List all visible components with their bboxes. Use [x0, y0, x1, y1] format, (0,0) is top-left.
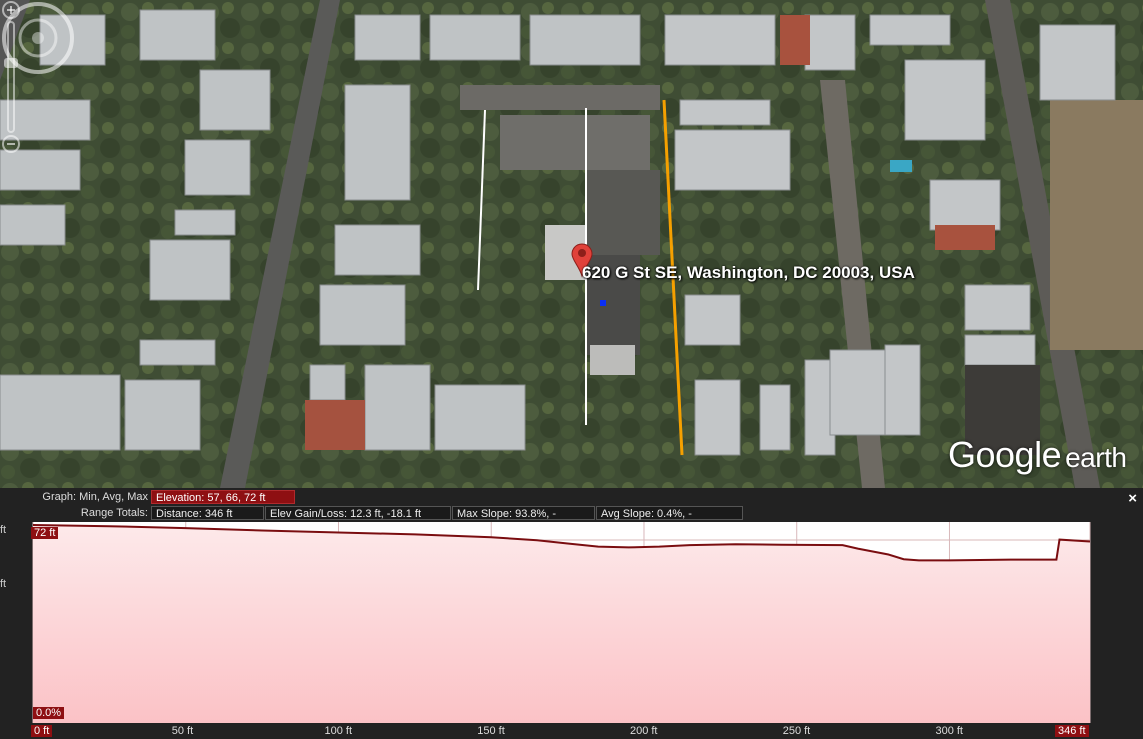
distance-stat: Distance: 346 ft [151, 506, 264, 520]
zoom-slider[interactable] [0, 0, 22, 155]
map-viewport[interactable]: 620 G St SE, Washington, DC 20003, USA G… [0, 0, 1143, 488]
placemark-address-label[interactable]: 620 G St SE, Washington, DC 20003, USA [582, 263, 915, 283]
x-tick-label: 150 ft [477, 725, 505, 737]
x-tick-label: 250 ft [782, 725, 811, 737]
close-button[interactable]: × [1128, 490, 1137, 507]
elev-gain-loss-stat: Elev Gain/Loss: 12.3 ft, -18.1 ft [265, 506, 451, 520]
elevation-stats: Elevation: 57, 66, 72 ft [151, 490, 295, 504]
max-elevation-marker: 72 ft [31, 527, 59, 539]
x-tick-label: 200 ft [629, 725, 658, 737]
avg-slope-stat: Avg Slope: 0.4%, - [596, 506, 743, 520]
max-slope-stat: Max Slope: 93.8%, - [452, 506, 595, 520]
logo-google-text: Google [948, 434, 1062, 475]
x-tick-label: 300 ft [935, 725, 963, 737]
elevation-profile-chart[interactable] [0, 522, 1143, 739]
slope-marker: 0.0% [33, 707, 65, 719]
x-tick-label: 0 ft [31, 725, 53, 737]
google-earth-logo: Google earth [948, 434, 1127, 476]
logo-earth-text: earth [1065, 442, 1127, 473]
x-tick-label: 100 ft [324, 725, 353, 737]
range-totals-label: Range Totals: [80, 507, 148, 519]
x-tick-label: 346 ft [1055, 725, 1089, 737]
x-tick-label: 50 ft [171, 725, 194, 737]
graph-label: Graph: Min, Avg, Max [42, 491, 148, 503]
